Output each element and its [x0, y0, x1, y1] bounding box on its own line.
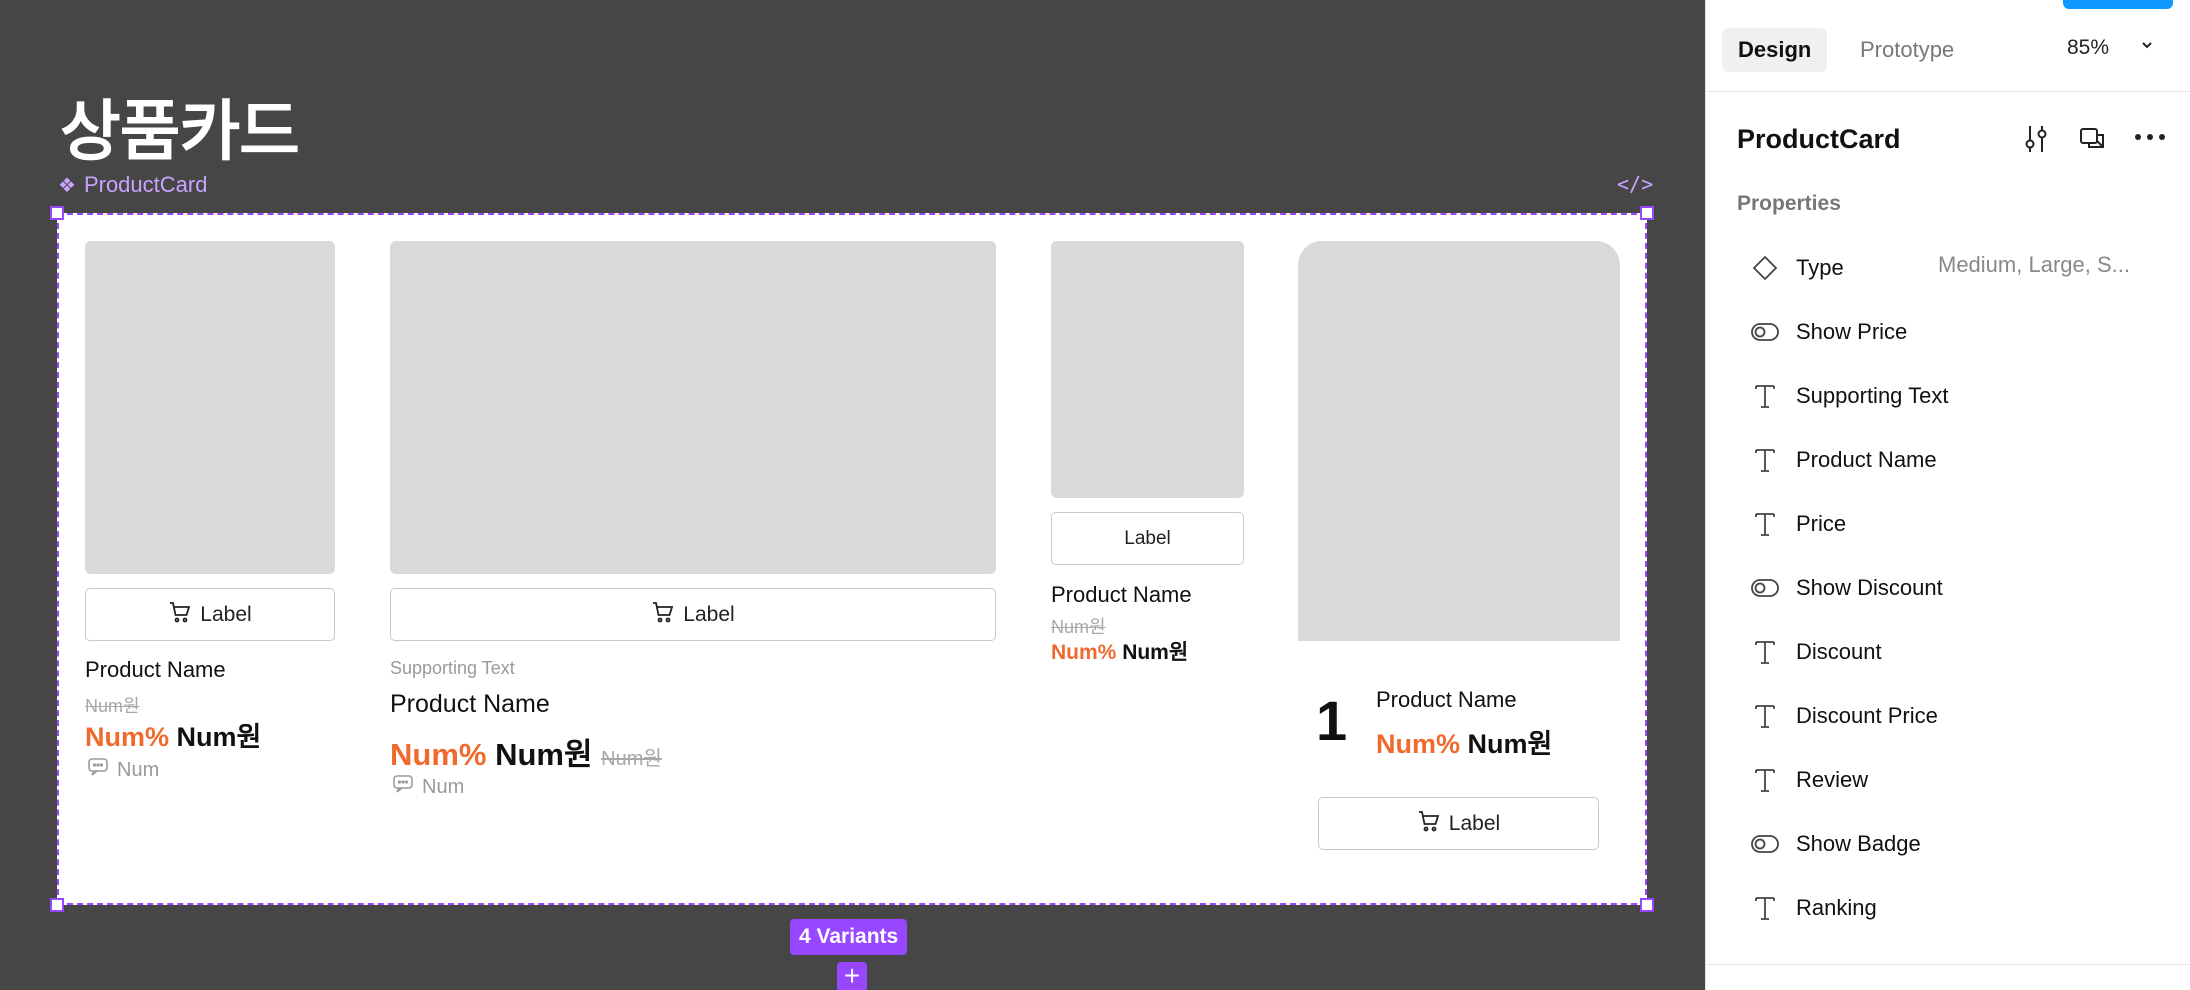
cart-icon: [651, 600, 675, 630]
text-icon: [1750, 511, 1780, 537]
text-icon: [1750, 639, 1780, 665]
chevron-down-icon[interactable]: [2140, 36, 2154, 57]
cart-icon: [1417, 809, 1441, 839]
product-image-placeholder: [390, 241, 996, 574]
discount-price: Num원: [495, 737, 593, 772]
component-icon: ❖: [58, 174, 76, 197]
add-variant-button[interactable]: +: [837, 962, 867, 990]
property-show-badge[interactable]: Show Badge: [1750, 824, 1921, 864]
price-row: Num% Num원: [85, 715, 261, 754]
price-row: Num% Num원 Num원: [390, 729, 662, 774]
product-image-placeholder: [85, 241, 335, 574]
discount-price: Num원: [176, 722, 262, 752]
property-supporting-text[interactable]: Supporting Text: [1750, 376, 1948, 416]
resize-handle-bottom-left[interactable]: [50, 898, 64, 912]
more-options-icon[interactable]: [2133, 122, 2167, 159]
property-discount-price[interactable]: Discount Price: [1750, 696, 1938, 736]
discount-rate: Num%: [390, 737, 487, 772]
add-to-cart-button[interactable]: Label: [85, 588, 335, 641]
discount-price: Num원: [1467, 729, 1553, 759]
original-price: Num원: [601, 748, 662, 770]
tab-prototype[interactable]: Prototype: [1844, 28, 1970, 72]
discount-rate: Num%: [1376, 729, 1461, 759]
property-discount[interactable]: Discount: [1750, 632, 1882, 672]
property-label: Discount Price: [1796, 703, 1938, 728]
property-price[interactable]: Price: [1750, 504, 1846, 544]
product-name: Product Name: [390, 690, 550, 718]
page-title: 상품카드: [60, 93, 300, 170]
discount-price: Num원: [1122, 641, 1189, 664]
adjust-icon[interactable]: [2022, 124, 2050, 161]
property-label: Type: [1796, 255, 1844, 280]
property-label: Show Price: [1796, 319, 1908, 344]
property-show-price[interactable]: Show Price: [1750, 312, 1907, 352]
panel-divider: [1705, 91, 2190, 92]
toggle-icon: [1750, 323, 1780, 341]
property-label: Product Name: [1796, 447, 1937, 472]
property-label: Show Discount: [1796, 575, 1943, 600]
discount-rate: Num%: [1051, 641, 1117, 664]
resize-handle-top-right[interactable]: [1640, 206, 1654, 220]
property-label: Show Badge: [1796, 831, 1921, 856]
supporting-text: Supporting Text: [390, 658, 515, 678]
button-label: Label: [1124, 527, 1171, 549]
property-product-name[interactable]: Product Name: [1750, 440, 1937, 480]
panel-divider: [1705, 964, 2190, 965]
component-set-name: ProductCard: [83, 172, 208, 197]
variant-icon: [1750, 255, 1780, 281]
property-label: Supporting Text: [1796, 383, 1949, 408]
text-icon: [1750, 383, 1780, 409]
text-icon: [1750, 895, 1780, 921]
add-to-cart-button[interactable]: Label: [1051, 512, 1244, 565]
variants-badge[interactable]: 4 Variants: [790, 919, 908, 955]
tab-design[interactable]: Design: [1722, 28, 1828, 72]
review-count: Num: [392, 774, 464, 800]
button-label: Label: [1448, 811, 1501, 835]
property-label: Price: [1796, 511, 1847, 536]
toggle-icon: [1750, 579, 1780, 597]
add-to-cart-button[interactable]: Label: [1318, 797, 1599, 850]
button-label: Label: [683, 602, 735, 626]
text-icon: [1750, 703, 1780, 729]
product-name: Product Name: [1376, 687, 1517, 712]
zoom-level[interactable]: 85%: [2067, 36, 2109, 60]
property-label: Review: [1796, 767, 1869, 792]
text-icon: [1750, 767, 1780, 793]
comment-icon: [87, 757, 109, 783]
product-name: Product Name: [85, 657, 226, 682]
component-set-label[interactable]: ❖ ProductCard: [58, 172, 207, 198]
toggle-icon: [1750, 835, 1780, 853]
review-count: Num: [87, 757, 159, 783]
share-button[interactable]: [2063, 0, 2173, 9]
discount-rate: Num%: [85, 722, 170, 752]
product-image-placeholder: [1051, 241, 1244, 498]
price-row: Num% Num원: [1051, 636, 1188, 666]
resize-handle-top-left[interactable]: [50, 206, 64, 220]
product-image-placeholder: [1298, 241, 1620, 641]
property-show-discount[interactable]: Show Discount: [1750, 568, 1943, 608]
design-canvas[interactable]: 상품카드 ❖ ProductCard </> Label Product Nam…: [0, 0, 1705, 990]
product-name: Product Name: [1051, 582, 1192, 607]
text-icon: [1750, 447, 1780, 473]
property-review[interactable]: Review: [1750, 760, 1868, 800]
swap-instance-icon[interactable]: [2078, 124, 2108, 161]
add-to-cart-button[interactable]: Label: [390, 588, 996, 641]
comment-icon: [392, 774, 414, 800]
code-icon[interactable]: </>: [1617, 172, 1653, 196]
button-label: Label: [200, 602, 252, 626]
resize-handle-bottom-right[interactable]: [1640, 898, 1654, 912]
component-title: ProductCard: [1737, 124, 1901, 154]
ranking-number: 1: [1316, 689, 1348, 752]
cart-icon: [168, 600, 192, 630]
properties-section-label: Properties: [1737, 192, 1841, 215]
property-type-value[interactable]: Medium, Large, S...: [1938, 252, 2130, 278]
property-label: Ranking: [1796, 895, 1877, 920]
property-label: Discount: [1796, 639, 1882, 664]
property-ranking[interactable]: Ranking: [1750, 888, 1877, 928]
price-row: Num% Num원: [1376, 722, 1552, 761]
property-type[interactable]: Type: [1750, 248, 1844, 288]
